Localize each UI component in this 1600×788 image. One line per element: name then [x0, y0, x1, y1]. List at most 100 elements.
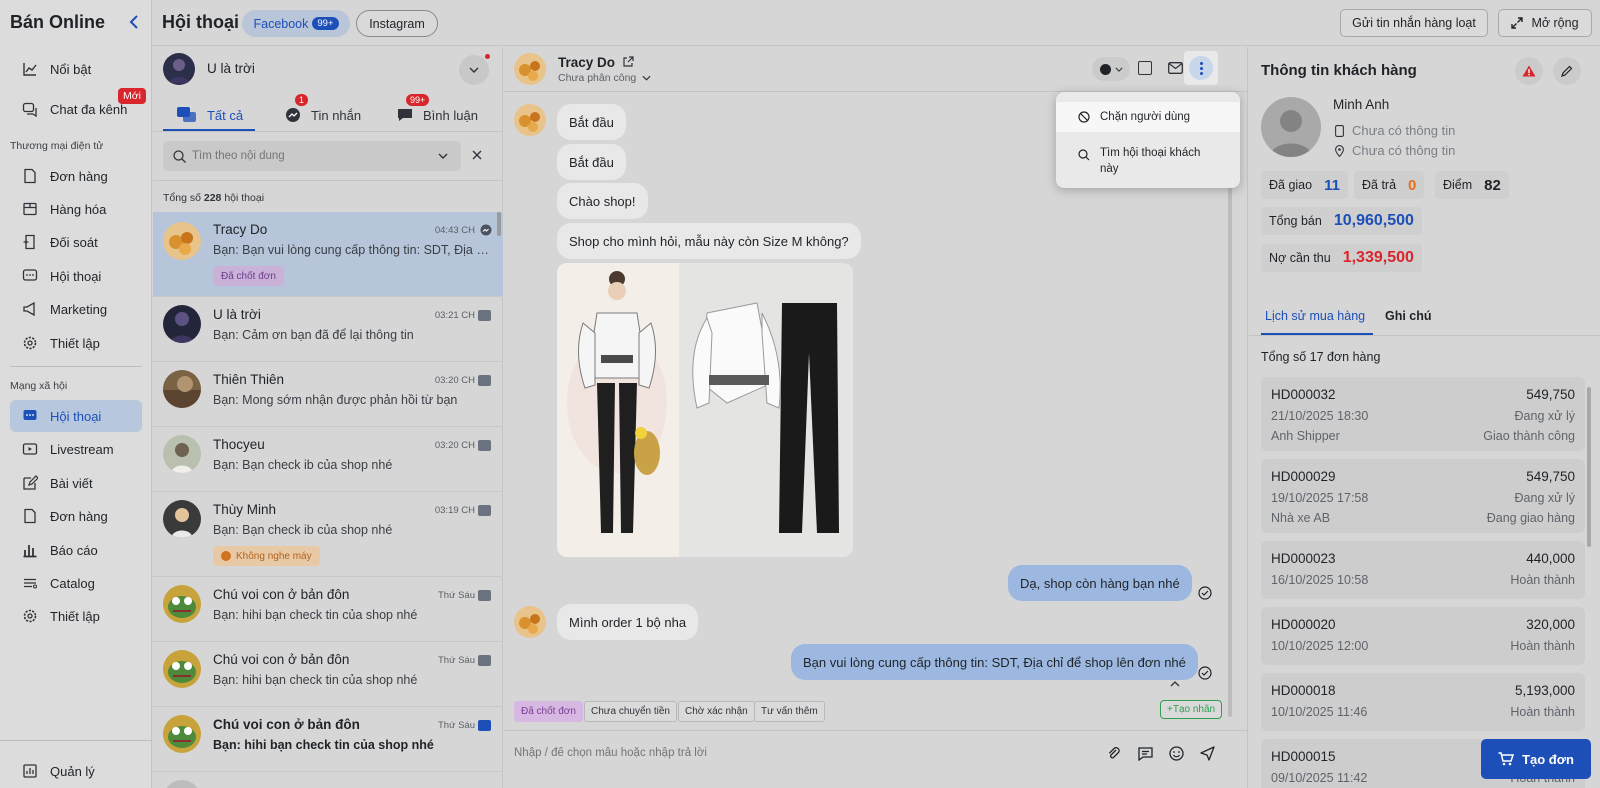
avatar: [163, 780, 201, 788]
quick-tag[interactable]: Chờ xác nhận: [678, 701, 755, 722]
sidebar-item-reconcile[interactable]: Đối soát: [10, 226, 142, 258]
external-link-icon[interactable]: [622, 56, 634, 68]
message-bubble: Shop cho mình hỏi, mẫu này còn Size M kh…: [557, 223, 861, 259]
quick-tag[interactable]: Tư vấn thêm: [754, 701, 825, 722]
clear-search-icon[interactable]: [471, 149, 483, 161]
expand-button[interactable]: Mở rộng: [1498, 9, 1592, 37]
tab-purchase-history[interactable]: Lịch sử mua hàng: [1265, 309, 1365, 323]
mail-icon[interactable]: [1168, 62, 1183, 74]
conversation-item[interactable]: Thùy Minh 03:19 CH Bạn: Bạn check ib của…: [153, 492, 503, 577]
collapse-sidebar-icon[interactable]: [128, 14, 140, 30]
divider: [153, 131, 503, 132]
sidebar-item-orders-social[interactable]: Đơn hàng: [10, 500, 142, 532]
product-image[interactable]: [557, 263, 853, 557]
send-icon[interactable]: [1200, 746, 1215, 761]
stat-points: Điểm 82: [1435, 171, 1509, 199]
tab-facebook[interactable]: Facebook 99+: [242, 10, 350, 37]
total-suffix: hội thoại: [224, 192, 265, 204]
sidebar-item-orders[interactable]: Đơn hàng: [10, 160, 142, 192]
conversation-item[interactable]: Chú voi con ở bản đôn Thứ Sáu Bạn: hihi …: [153, 707, 503, 772]
info-icon: [1099, 63, 1111, 75]
message-input[interactable]: [514, 741, 1074, 765]
order-delivery-status: Giao thành công: [1483, 429, 1575, 443]
sidebar-item-highlights[interactable]: Nổi bật: [10, 53, 142, 85]
sidebar-item-manage[interactable]: Quản lý: [10, 755, 142, 787]
chevron-up-icon[interactable]: [1170, 681, 1180, 687]
edit-customer-button[interactable]: [1553, 57, 1581, 85]
conversation-item[interactable]: U là trời 03:21 CH Bạn: Cảm ơn bạn đã để…: [153, 297, 503, 362]
avatar: [163, 370, 201, 408]
page-switcher-button[interactable]: [459, 55, 489, 85]
menu-item-find-conversations[interactable]: Tìm hội thoại khách này: [1056, 140, 1240, 180]
sidebar-item-marketing[interactable]: Marketing: [10, 293, 142, 325]
order-id: HD000032: [1271, 387, 1336, 402]
chevron-down-icon[interactable]: [438, 153, 448, 159]
order-card[interactable]: HD000018 5,193,000 10/10/2025 11:46 Hoàn…: [1261, 673, 1585, 731]
more-options-button[interactable]: [1184, 51, 1218, 85]
conversation-preview: Bạn: Bạn check ib của shop nhé: [213, 458, 393, 472]
menu-item-block-user[interactable]: Chặn người dùng: [1056, 102, 1240, 132]
bar-chart-icon: [23, 545, 37, 558]
chat-scrollbar[interactable]: [1228, 157, 1232, 717]
stat-debt: Nợ cần thu 1,339,500: [1261, 244, 1422, 272]
sidebar-item-reports[interactable]: Báo cáo: [10, 534, 142, 566]
search-box[interactable]: [163, 141, 461, 171]
conversation-item[interactable]: Thocyeu 03:20 CH Bạn: Bạn check ib của s…: [153, 427, 503, 492]
list-scrollbar[interactable]: [497, 212, 501, 236]
emoji-icon[interactable]: [1169, 746, 1184, 761]
conversation-name: Thocyeu: [213, 437, 265, 452]
document-icon: [24, 168, 36, 184]
pencil-icon: [1561, 65, 1573, 77]
order-date: 10/10/2025 12:00: [1271, 639, 1369, 653]
conversation-item[interactable]: Chú voi con ở bản đôn Thứ Sáu Bạn: hihi …: [153, 577, 503, 642]
tab-all[interactable]: Tất cả: [165, 99, 255, 131]
button-label: Mở rộng: [1531, 16, 1579, 30]
create-order-button[interactable]: Tạo đơn: [1481, 739, 1591, 779]
customer-address: Chưa có thông tin: [1335, 143, 1455, 158]
sidebar-item-posts[interactable]: Bài viết: [10, 467, 142, 499]
search-icon: [173, 149, 186, 163]
order-date: 16/10/2025 10:58: [1271, 573, 1369, 587]
conversation-name: Thùy Minh: [213, 502, 277, 517]
sidebar-item-products[interactable]: Hàng hóa: [10, 193, 142, 225]
messenger-icon: [480, 224, 492, 236]
total-prefix: Tổng số: [163, 192, 201, 204]
conversation-name: Chú voi con ở bản đôn: [213, 652, 350, 667]
order-card[interactable]: HD000032 549,750 21/10/2025 18:30 Đang x…: [1261, 377, 1585, 451]
conversation-item[interactable]: Thiên Thiên 03:20 CH Bạn: Mong sớm nhận …: [153, 362, 503, 427]
conversation-preview: Bạn: Bạn check ib của shop nhé: [213, 523, 393, 537]
section-social: Mạng xã hội: [10, 380, 68, 392]
app-title: Bán Online: [10, 12, 106, 32]
bulk-message-button[interactable]: Gửi tin nhắn hàng loạt: [1340, 9, 1488, 37]
order-card[interactable]: HD000023 440,000 16/10/2025 10:58 Hoàn t…: [1261, 541, 1585, 599]
sidebar-item-conversations-social[interactable]: Hội thoại: [10, 400, 142, 432]
order-card[interactable]: HD000029 549,750 19/10/2025 17:58 Đang x…: [1261, 459, 1585, 533]
order-delivery-status: Đang giao hàng: [1486, 511, 1575, 525]
report-button[interactable]: [1515, 57, 1543, 85]
order-date: 19/10/2025 17:58: [1271, 491, 1369, 505]
tab-notes[interactable]: Ghi chú: [1385, 309, 1432, 323]
assign-dropdown[interactable]: Chưa phân công: [558, 72, 651, 84]
sidebar-item-conversations-ecom[interactable]: Hội thoại: [10, 260, 142, 292]
stat-label: Đã giao: [1269, 178, 1313, 192]
conversation-item[interactable]: Chú voi con ở bản đôn Thứ Sáu Bạn: hihi …: [153, 642, 503, 707]
divider: [10, 366, 142, 367]
sidebar-item-catalog[interactable]: Catalog: [10, 567, 142, 599]
quick-tag[interactable]: Chưa chuyển tiền: [584, 701, 677, 722]
info-dropdown-button[interactable]: [1092, 57, 1130, 81]
conversation-item[interactable]: Tracy Do 04:43 CH Bạn: Bạn vui lòng cung…: [153, 212, 503, 297]
attachment-icon[interactable]: [1107, 747, 1121, 761]
template-message-icon[interactable]: [1138, 747, 1153, 761]
create-tag-button[interactable]: +Tạo nhãn: [1160, 700, 1223, 719]
tab-instagram[interactable]: Instagram: [356, 10, 438, 37]
stat-label: Đã trả: [1362, 178, 1397, 192]
orders-scrollbar[interactable]: [1587, 387, 1591, 547]
sidebar-item-settings-ecom[interactable]: Thiết lập: [10, 327, 142, 359]
quick-tag[interactable]: Đã chốt đơn: [514, 701, 583, 722]
sidebar-item-livestream[interactable]: Livestream: [10, 433, 142, 465]
app-sidebar: Bán Online Nổi bật Chat đa kênh Mới Thươ…: [0, 0, 152, 788]
sidebar-item-settings-social[interactable]: Thiết lập: [10, 600, 142, 632]
order-card[interactable]: HD000020 320,000 10/10/2025 12:00 Hoàn t…: [1261, 607, 1585, 665]
square-icon[interactable]: [1138, 61, 1152, 75]
search-input[interactable]: [192, 150, 432, 162]
